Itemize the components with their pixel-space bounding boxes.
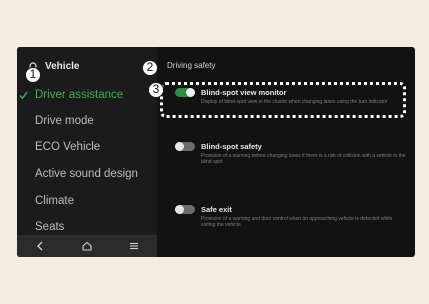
blind-spot-safety-toggle[interactable] bbox=[175, 142, 195, 151]
sidebar-item-active-sound-design[interactable]: Active sound design bbox=[35, 168, 138, 180]
menu-icon[interactable] bbox=[129, 241, 139, 251]
back-icon[interactable] bbox=[35, 241, 45, 251]
callout-2: 2 bbox=[142, 60, 158, 76]
home-icon[interactable] bbox=[82, 241, 92, 251]
highlight-box bbox=[160, 82, 406, 118]
setting-description: Provision of a warning before changing l… bbox=[201, 153, 406, 165]
settings-panel: Driving safety Blind-spot view monitor D… bbox=[157, 47, 415, 257]
callout-1: 1 bbox=[25, 67, 41, 83]
infotainment-screen: Vehicle Driver assistance Drive mode ECO… bbox=[17, 47, 415, 257]
section-title: Driving safety bbox=[167, 61, 216, 70]
sidebar-item-climate[interactable]: Climate bbox=[35, 195, 74, 207]
setting-label: Blind-spot safety bbox=[201, 142, 262, 151]
setting-description: Provision of a warning and door control … bbox=[201, 216, 393, 228]
sidebar-title: Vehicle bbox=[45, 61, 80, 72]
safe-exit-toggle[interactable] bbox=[175, 205, 195, 214]
callout-3: 3 bbox=[148, 82, 164, 98]
toggle-knob bbox=[175, 142, 184, 151]
sidebar-item-driver-assistance[interactable]: Driver assistance bbox=[35, 89, 123, 101]
bottom-nav-bar bbox=[17, 235, 157, 257]
sidebar-item-eco-vehicle[interactable]: ECO Vehicle bbox=[35, 141, 100, 153]
checkmark-icon bbox=[19, 91, 28, 100]
sidebar-item-seats[interactable]: Seats bbox=[35, 221, 64, 233]
setting-label: Safe exit bbox=[201, 205, 232, 214]
sidebar-item-drive-mode[interactable]: Drive mode bbox=[35, 115, 94, 127]
toggle-knob bbox=[175, 205, 184, 214]
